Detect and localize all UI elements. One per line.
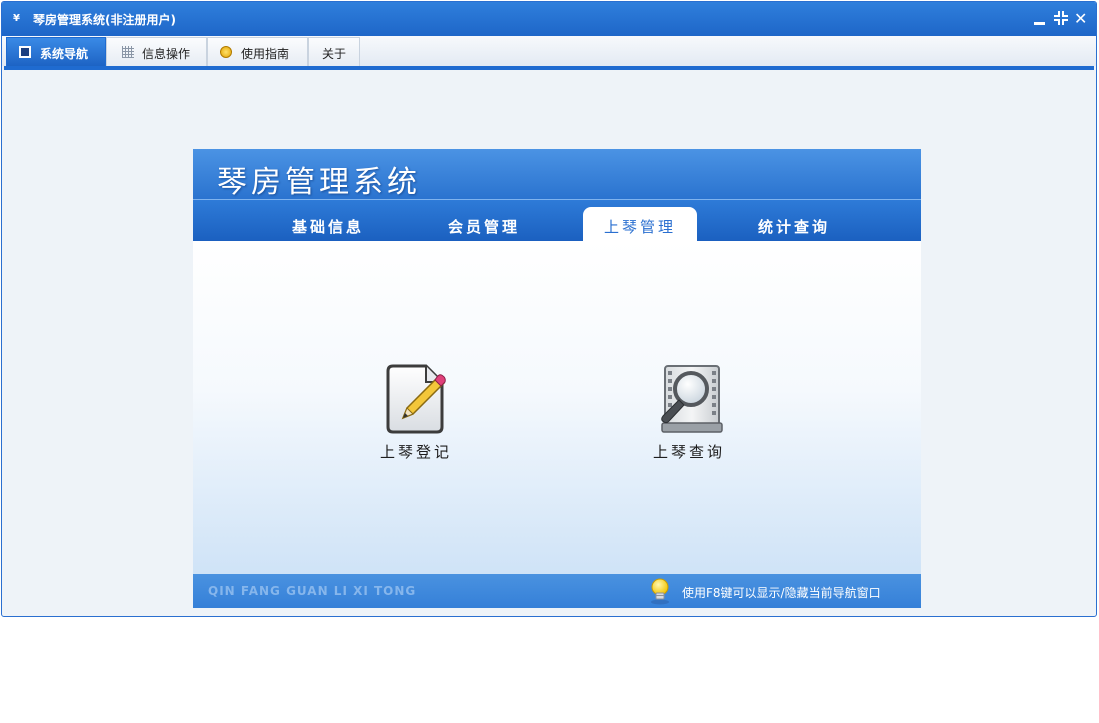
panel-header: 琴房管理系统 xyxy=(193,149,921,200)
menu-tab-label: 使用指南 xyxy=(241,47,290,61)
panel-footer: QIN FANG GUAN LI XI TONG 使用F8键可以显示/隐藏当前导… xyxy=(193,574,921,608)
grid-icon xyxy=(122,46,134,58)
menu-tab-label: 信息操作 xyxy=(142,47,191,61)
guide-icon xyxy=(220,46,232,58)
close-icon[interactable]: ✕ xyxy=(1074,11,1090,27)
tab-basic-info[interactable]: 基础信息 xyxy=(271,207,385,242)
menu-tab-system-nav[interactable]: 系统导航 xyxy=(6,37,106,66)
footer-hint: 使用F8键可以显示/隐藏当前导航窗口 xyxy=(682,586,881,600)
menu-tab-label: 系统导航 xyxy=(40,47,89,61)
panel-title: 琴房管理系统 xyxy=(217,165,421,200)
panel-tab-bar: 基础信息 会员管理 上琴管理 统计查询 xyxy=(193,199,921,242)
app-icon: ¥ xyxy=(13,13,20,24)
tab-member-management[interactable]: 会员管理 xyxy=(427,207,541,242)
tab-statistics-query[interactable]: 统计查询 xyxy=(737,207,851,242)
window-title: 琴房管理系统(非注册用户) xyxy=(33,13,176,27)
title-bar[interactable]: ¥ 琴房管理系统(非注册用户) ✕ xyxy=(2,2,1096,36)
monitor-icon xyxy=(19,46,31,58)
piano-query-button[interactable]: 上琴查询 xyxy=(629,363,749,462)
restore-icon[interactable] xyxy=(1053,10,1069,26)
menu-tab-guide[interactable]: 使用指南 xyxy=(207,37,308,66)
menu-tab-info-ops[interactable]: 信息操作 xyxy=(106,37,207,66)
bulb-icon xyxy=(648,577,672,605)
menu-tab-label: 关于 xyxy=(322,47,347,61)
feature-label: 上琴查询 xyxy=(652,443,725,461)
panel-body: 上琴登记 上琴查询 xyxy=(193,241,921,574)
menu-divider xyxy=(4,66,1094,70)
footer-pinyin: QIN FANG GUAN LI XI TONG xyxy=(208,584,417,598)
tab-piano-management[interactable]: 上琴管理 xyxy=(583,207,697,242)
minimize-icon[interactable] xyxy=(1032,10,1048,26)
feature-label: 上琴登记 xyxy=(379,443,452,461)
magnifier-document-icon xyxy=(653,363,725,435)
edit-document-icon xyxy=(380,363,452,435)
piano-register-button[interactable]: 上琴登记 xyxy=(356,363,476,462)
menu-tab-about[interactable]: 关于 xyxy=(308,37,360,66)
navigation-panel: 琴房管理系统 基础信息 会员管理 上琴管理 统计查询 上琴登记 上琴查询 QIN… xyxy=(193,149,921,608)
menu-bar: 系统导航 信息操作 使用指南 关于 xyxy=(2,36,1096,66)
